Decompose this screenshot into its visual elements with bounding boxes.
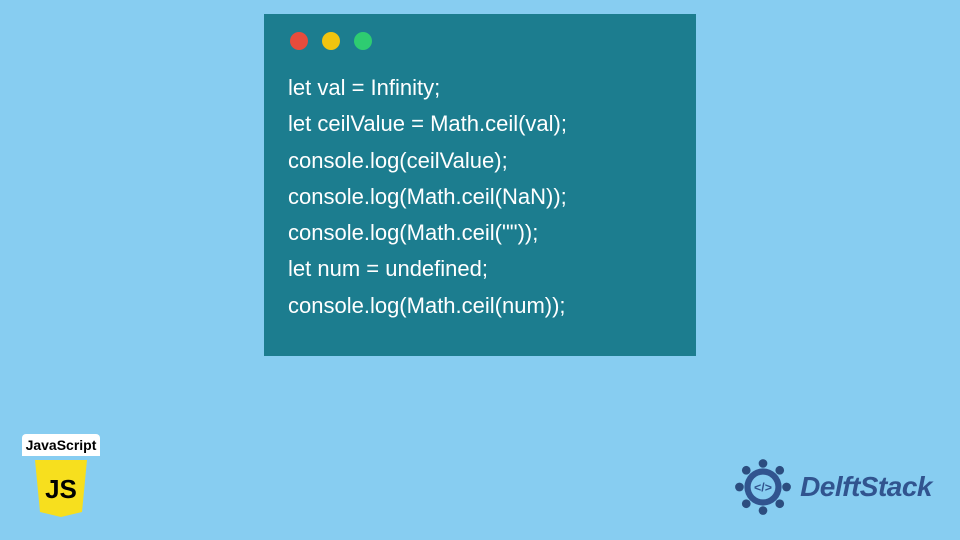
maximize-icon [354, 32, 372, 50]
code-card: let val = Infinity; let ceilValue = Math… [264, 14, 696, 356]
svg-text:</>: </> [754, 480, 772, 494]
close-icon [290, 32, 308, 50]
javascript-label: JavaScript [22, 434, 100, 456]
javascript-logo-icon: JS [31, 458, 91, 518]
javascript-badge: JavaScript JS [22, 434, 100, 518]
code-line: console.log(ceilValue); [288, 143, 672, 179]
delftstack-badge: </> DelftStack [732, 456, 932, 518]
code-line: let val = Infinity; [288, 70, 672, 106]
svg-text:JS: JS [45, 474, 77, 504]
window-controls [288, 32, 672, 50]
code-line: console.log(Math.ceil(num)); [288, 288, 672, 324]
code-line: let num = undefined; [288, 251, 672, 287]
code-line: let ceilValue = Math.ceil(val); [288, 106, 672, 142]
code-line: console.log(Math.ceil("")); [288, 215, 672, 251]
code-block: let val = Infinity; let ceilValue = Math… [288, 70, 672, 324]
minimize-icon [322, 32, 340, 50]
delftstack-logo-icon: </> [732, 456, 794, 518]
code-line: console.log(Math.ceil(NaN)); [288, 179, 672, 215]
delftstack-text: DelftStack [800, 471, 932, 503]
